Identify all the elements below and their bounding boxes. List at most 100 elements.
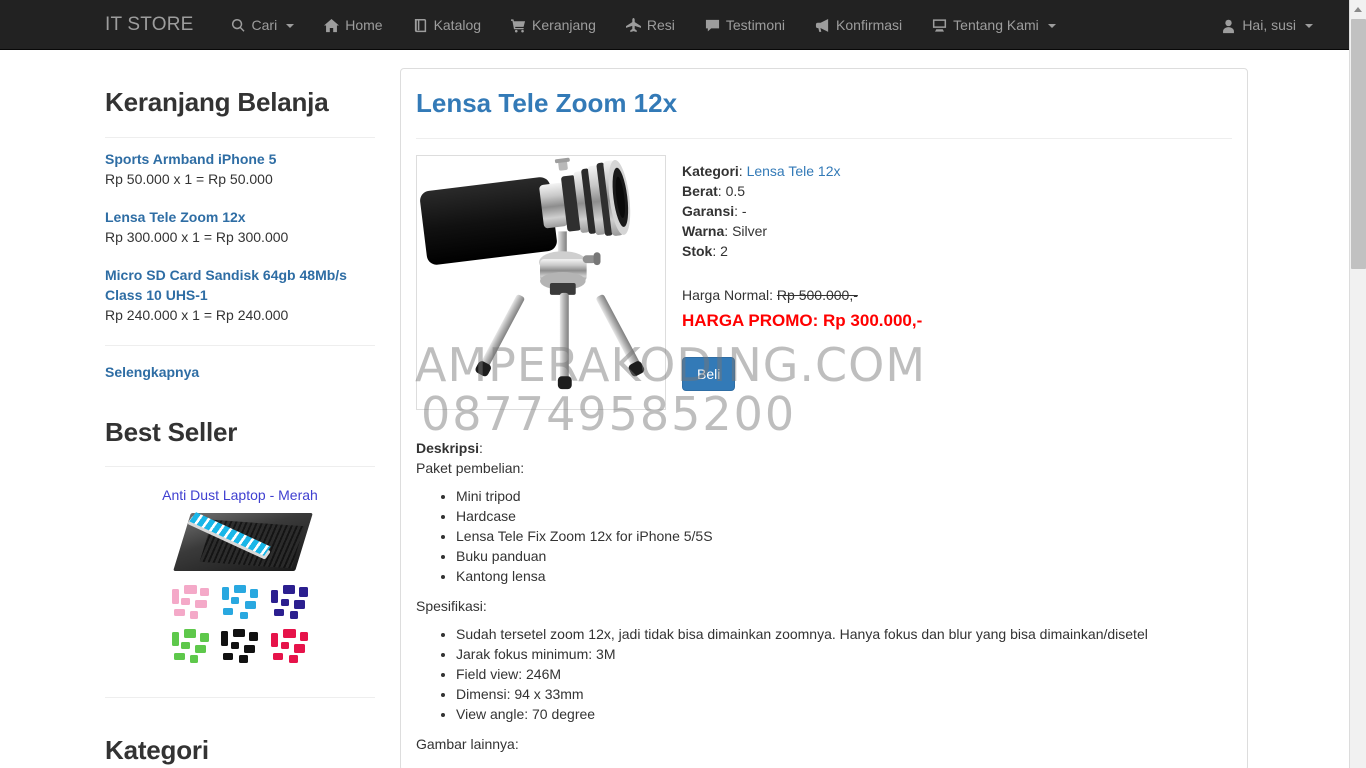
nav-item-katalog[interactable]: Katalog	[398, 0, 496, 50]
paket-label: Paket pembelian:	[416, 459, 525, 476]
meta-value[interactable]: Lensa Tele 12x	[747, 163, 841, 179]
meta-label: Kategori	[682, 162, 739, 179]
meta-warna: Warna: Silver	[682, 221, 922, 241]
nav-item-label: Tentang Kami	[953, 16, 1039, 33]
cart-item-calc: Rp 240.000 x 1 = Rp 240.000	[105, 306, 289, 323]
cart-item-name[interactable]: Micro SD Card Sandisk 64gb 48Mb/s Class …	[105, 265, 375, 305]
cart-list-item[interactable]: Micro SD Card Sandisk 64gb 48Mb/s Class …	[105, 265, 375, 325]
nav-item-label: Katalog	[433, 16, 482, 33]
scroll-up-arrow-icon[interactable]	[1350, 0, 1366, 17]
list-item: View angle: 70 degree	[456, 704, 1232, 724]
bullhorn-icon	[815, 18, 830, 33]
list-item: Dimensi: 94 x 33mm	[456, 684, 1232, 704]
lens-product-photo	[420, 157, 645, 389]
chevron-down-icon	[1305, 24, 1313, 28]
nav-item-keranjang[interactable]: Keranjang	[496, 0, 611, 50]
page-title[interactable]: Lensa Tele Zoom 12x	[416, 89, 1232, 118]
harga-normal-label: Harga Normal:	[682, 286, 774, 303]
meta-garansi: Garansi: -	[682, 201, 922, 221]
meta-kategori: Kategori: Lensa Tele 12x	[682, 161, 922, 181]
meta-colon: :	[724, 222, 733, 239]
scrollbar-thumb[interactable]	[1351, 19, 1366, 269]
divider	[105, 466, 375, 468]
meta-stok: Stok: 2	[682, 241, 922, 261]
meta-label: Garansi	[682, 202, 735, 219]
meta-colon: :	[712, 242, 721, 259]
list-item: Sudah tersetel zoom 12x, jadi tidak bisa…	[456, 624, 1232, 644]
list-item: Hardcase	[456, 506, 1232, 526]
nav-item-label: Resi	[646, 16, 675, 33]
meta-value: 0.5	[725, 182, 746, 199]
meta-label: Warna	[682, 222, 725, 239]
meta-value: 2	[720, 242, 728, 259]
kategori-heading: Kategori	[105, 735, 209, 766]
spesifikasi-list: Sudah tersetel zoom 12x, jadi tidak bisa…	[416, 624, 1232, 724]
meta-label: Stok	[682, 242, 713, 259]
paket-list: Mini tripod Hardcase Lensa Tele Fix Zoom…	[416, 486, 1232, 586]
cart-item-calc: Rp 300.000 x 1 = Rp 300.000	[105, 228, 289, 245]
plane-icon	[625, 18, 641, 33]
buy-button[interactable]: Beli	[682, 356, 736, 391]
chevron-down-icon	[286, 23, 295, 28]
page-body: Keranjang Belanja Sports Armband iPhone …	[0, 50, 1366, 768]
divider	[416, 137, 1232, 139]
nav-item-resi[interactable]: Resi	[611, 0, 690, 50]
home-icon	[324, 18, 340, 33]
site-brand[interactable]: IT STORE	[105, 0, 194, 50]
nav-links: Cari Home Katalog Keranjang Resi Testimo…	[216, 0, 1071, 50]
nav-item-label: Testimoni	[725, 16, 786, 33]
list-item: Field view: 246M	[456, 664, 1232, 684]
top-navbar: IT STORE Cari Home Katalog Keranjang Res…	[0, 0, 1366, 50]
nav-item-testimoni[interactable]: Testimoni	[690, 0, 800, 50]
cart-more-link[interactable]: Selengkapnya	[105, 364, 375, 380]
nav-item-cari[interactable]: Cari	[216, 0, 310, 50]
meta-colon: :	[734, 202, 742, 219]
spesifikasi-label: Spesifikasi:	[416, 597, 487, 614]
deskripsi-label: Deskripsi	[416, 439, 480, 456]
nav-item-label: Konfirmasi	[836, 16, 903, 33]
bestseller-card[interactable]: Anti Dust Laptop - Merah	[105, 487, 375, 678]
cart-item-calc: Rp 50.000 x 1 = Rp 50.000	[105, 170, 273, 187]
bestseller-heading: Best Seller	[105, 416, 238, 447]
cart-list: Sports Armband iPhone 5 Rp 50.000 x 1 = …	[105, 149, 375, 325]
meta-berat: Berat: 0.5	[682, 181, 922, 201]
gambar-lainnya-label: Gambar lainnya:	[416, 735, 519, 752]
nav-item-konfirmasi[interactable]: Konfirmasi	[800, 0, 917, 50]
list-item: Kantong lensa	[456, 566, 1232, 586]
desktop-icon	[932, 18, 947, 33]
bestseller-section: Best Seller Anti Dust Laptop - Merah Kat…	[105, 416, 375, 766]
harga-promo: HARGA PROMO: Rp 300.000,-	[682, 310, 923, 330]
cart-list-item[interactable]: Sports Armband iPhone 5 Rp 50.000 x 1 = …	[105, 149, 375, 189]
page-scrollbar[interactable]	[1349, 0, 1366, 768]
product-description: Deskripsi: Paket pembelian: Mini tripod …	[416, 438, 1232, 754]
chevron-down-icon	[1047, 23, 1056, 28]
product-image[interactable]	[416, 154, 666, 410]
divider	[105, 697, 375, 699]
book-icon	[413, 18, 428, 33]
nav-item-home[interactable]: Home	[309, 0, 397, 50]
product-panel: Lensa Tele Zoom 12x Kategori: Lensa Tele…	[400, 68, 1248, 768]
divider	[105, 136, 375, 138]
nav-item-label: Home	[345, 16, 383, 33]
nav-item-tentang-kami[interactable]: Tentang Kami	[917, 0, 1071, 50]
product-meta: Kategori: Lensa Tele 12x Berat: 0.5 Gara…	[682, 155, 922, 410]
user-menu[interactable]: Hai, susi	[1206, 0, 1328, 50]
cart-item-name[interactable]: Lensa Tele Zoom 12x	[105, 207, 375, 227]
dust-plug-colors	[168, 583, 314, 669]
cart-list-item[interactable]: Lensa Tele Zoom 12x Rp 300.000 x 1 = Rp …	[105, 207, 375, 247]
harga-normal-value: Rp 500.000,-	[776, 286, 858, 303]
comment-icon	[705, 18, 720, 33]
meta-colon: :	[717, 182, 726, 199]
bestseller-product-image[interactable]	[154, 505, 326, 678]
meta-label: Berat	[682, 182, 718, 199]
meta-colon: :	[738, 162, 747, 179]
harga-normal: Harga Normal: Rp 500.000,-	[682, 287, 922, 303]
nav-item-label: Keranjang	[532, 16, 596, 33]
cart-item-name[interactable]: Sports Armband iPhone 5	[105, 149, 375, 169]
meta-value: -	[741, 202, 747, 219]
bestseller-product-title[interactable]: Anti Dust Laptop - Merah	[105, 487, 375, 503]
user-menu-label: Hai, susi	[1242, 17, 1296, 33]
sidebar: Keranjang Belanja Sports Armband iPhone …	[90, 50, 390, 768]
deskripsi-heading: Deskripsi:	[416, 439, 483, 456]
divider	[105, 344, 375, 346]
